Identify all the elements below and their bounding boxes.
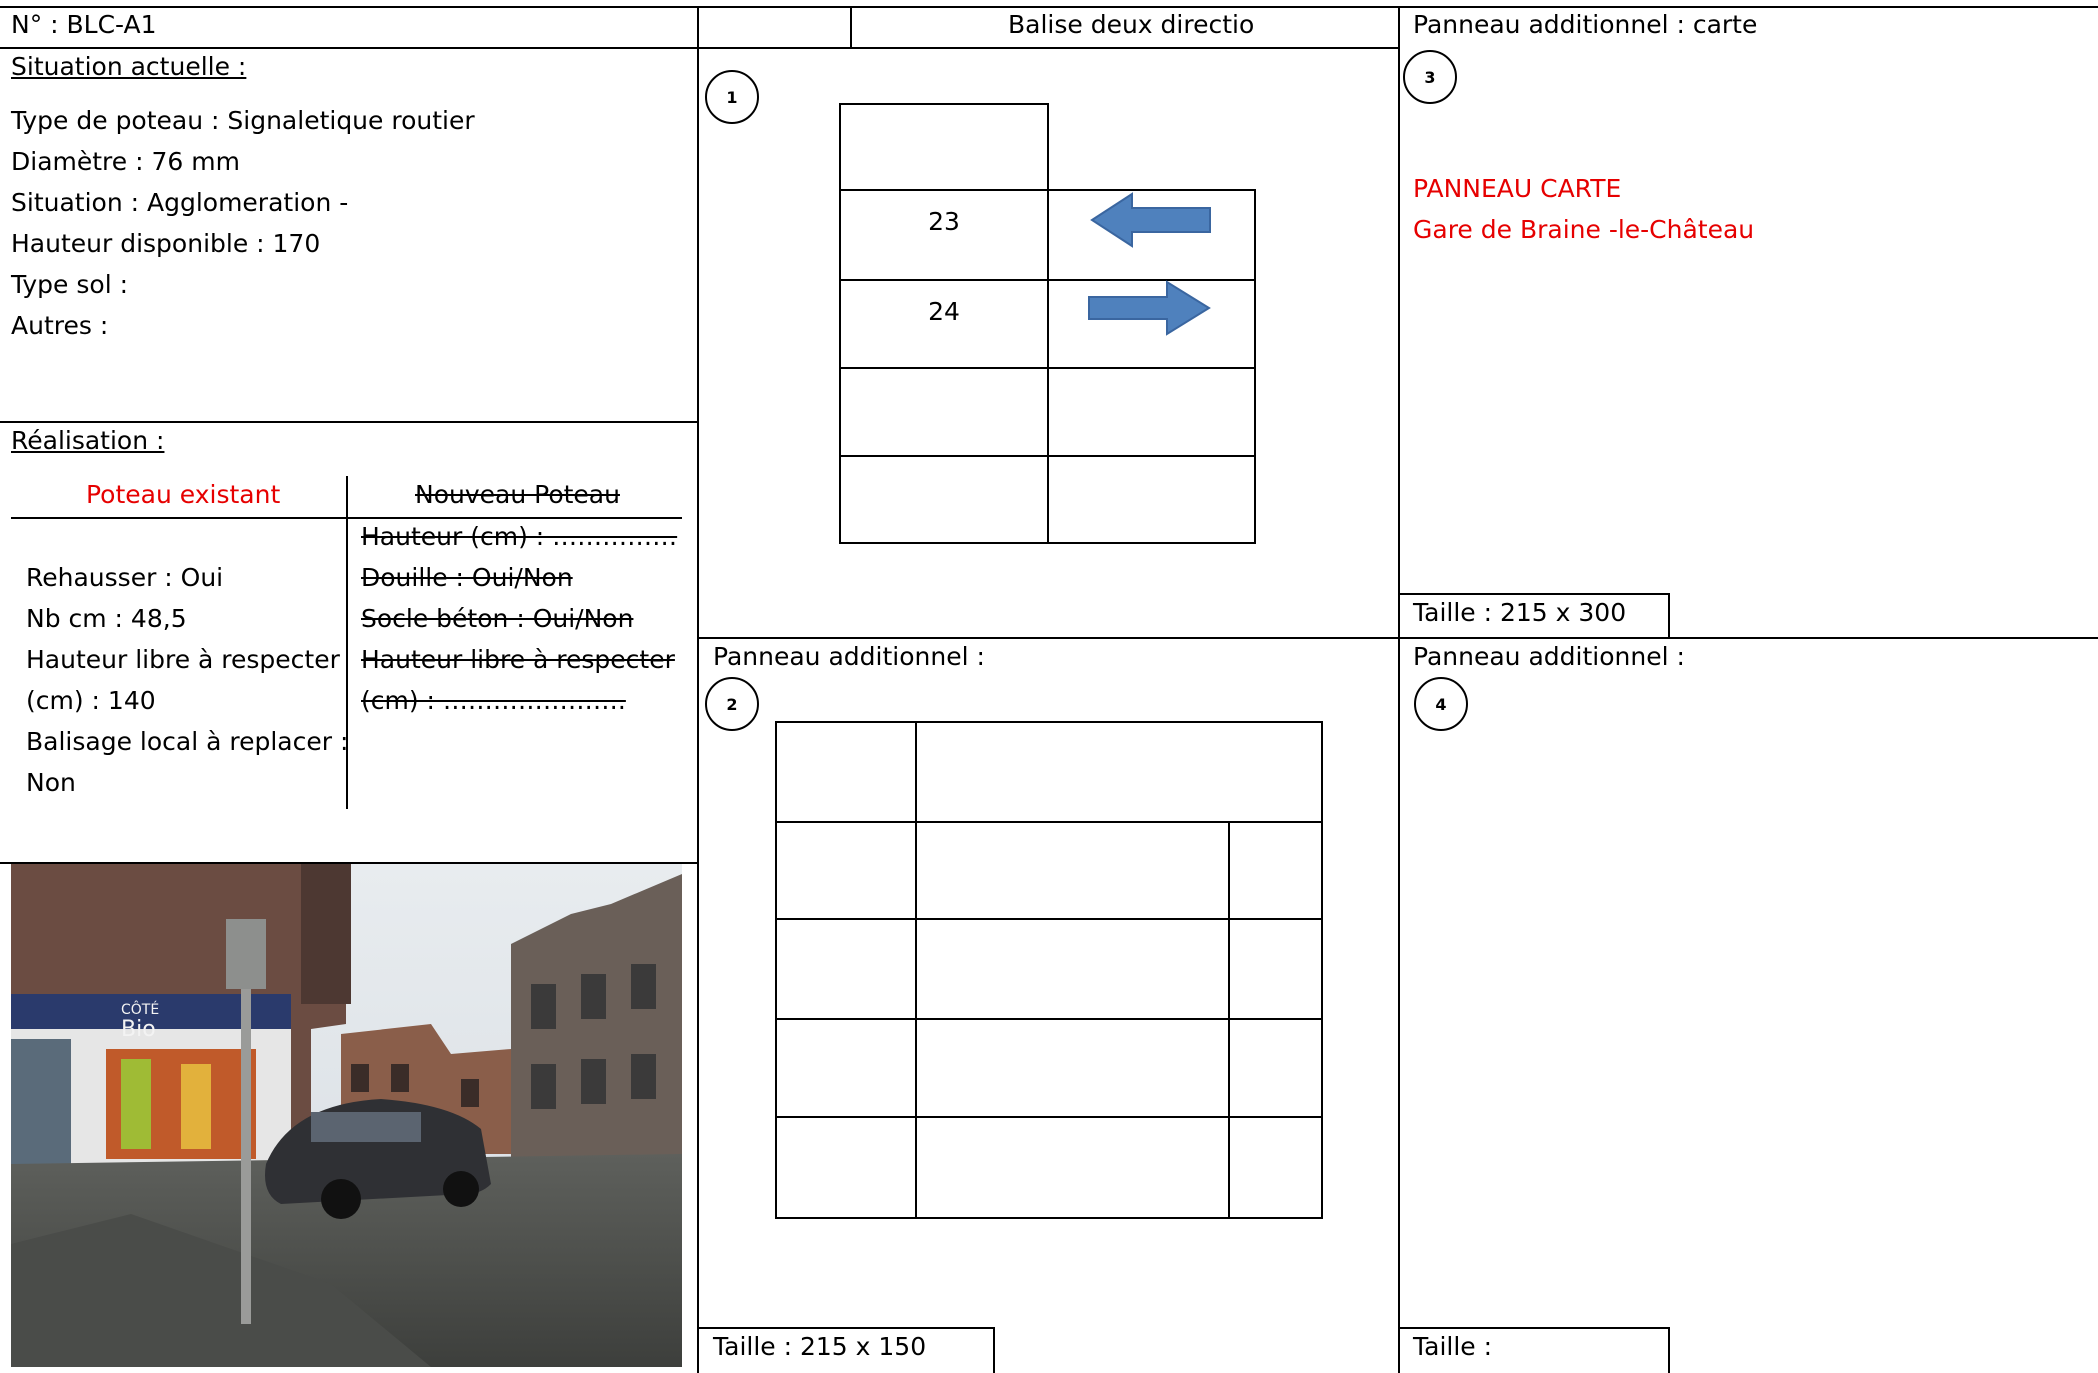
panel2-grid-row: [775, 1116, 1323, 1118]
new-line: Hauteur libre à respecter: [361, 645, 675, 674]
panel2-grid-col: [915, 721, 917, 1219]
realisation-heading: Réalisation :: [11, 426, 165, 455]
situation-heading: Situation actuelle :: [11, 52, 247, 81]
col-existing-title: Poteau existant: [86, 480, 281, 509]
realisation-table-divider: [346, 476, 348, 809]
column-divider-1: [697, 6, 699, 1373]
panel3-line2: Gare de Braine -le-Château: [1413, 215, 1755, 244]
new-line: Hauteur (cm) : ……………: [361, 522, 678, 551]
existing-line: (cm) : 140: [26, 686, 156, 715]
header-small-divider: [850, 6, 852, 47]
panel2-grid-row: [775, 1018, 1323, 1020]
left-arrow-icon: [1090, 190, 1212, 256]
panel3-size: Taille : 215 x 300: [1413, 598, 1627, 627]
balise-value: 23: [928, 206, 960, 236]
mid-divider: [697, 637, 2098, 639]
realisation-divider: [0, 421, 698, 423]
panel2-grid-frame: [775, 721, 1323, 1219]
panel4-size: Taille :: [1413, 1332, 1493, 1361]
new-line: (cm) : ………………….: [361, 686, 626, 715]
new-line: Douille : Oui/Non: [361, 563, 573, 592]
balise-cell: [839, 103, 1049, 191]
svg-text:Bio: Bio: [121, 1017, 156, 1042]
column-divider-2: [1398, 6, 1400, 1373]
balise-value: 24: [928, 296, 960, 326]
panel2-grid: [775, 721, 1323, 1219]
panel1-title: Balise deux directio: [1008, 10, 1255, 39]
balise-diagram: 23 24: [839, 103, 1256, 544]
existing-line: Nb cm : 48,5: [26, 604, 187, 633]
existing-line: Hauteur libre à respecter: [26, 645, 340, 674]
situation-line: Hauteur disponible : 170: [11, 229, 321, 258]
existing-line: Non: [26, 768, 76, 797]
situation-line: Type de poteau : Signaletique routier: [11, 106, 475, 135]
right-arrow-icon: [1087, 279, 1211, 343]
situation-line: Type sol :: [11, 270, 129, 299]
panel2-grid-col: [1228, 821, 1230, 1219]
panel2-size: Taille : 215 x 150: [713, 1332, 927, 1361]
shop-sign-text: CÔTÉ: [121, 1000, 159, 1018]
situation-line: Diamètre : 76 mm: [11, 147, 240, 176]
new-line: Socle béton : Oui/Non: [361, 604, 634, 633]
existing-line: Rehausser : Oui: [26, 563, 224, 592]
panel2-grid-row: [775, 821, 1323, 823]
site-photo: CÔTÉ Bio: [11, 864, 682, 1367]
panel4-number-badge: 4: [1414, 677, 1468, 731]
header-divider: [0, 47, 1398, 49]
col-new-title: Nouveau Poteau: [415, 480, 620, 509]
situation-line: Autres :: [11, 311, 109, 340]
existing-line: Balisage local à replacer :: [26, 727, 349, 756]
panel3-line1: PANNEAU CARTE: [1413, 174, 1622, 203]
panel3-number-badge: 3: [1403, 50, 1457, 104]
panel3-title: Panneau additionnel : carte: [1413, 10, 1758, 39]
panel2-number-badge: 2: [705, 677, 759, 731]
situation-line: Situation : Agglomeration -: [11, 188, 349, 217]
panel1-number-badge: 1: [705, 70, 759, 124]
panel4-label: Panneau additionnel :: [1413, 642, 1685, 671]
record-id: N° : BLC-A1: [11, 10, 157, 39]
panel2-grid-row: [775, 918, 1323, 920]
panel2-label: Panneau additionnel :: [713, 642, 985, 671]
